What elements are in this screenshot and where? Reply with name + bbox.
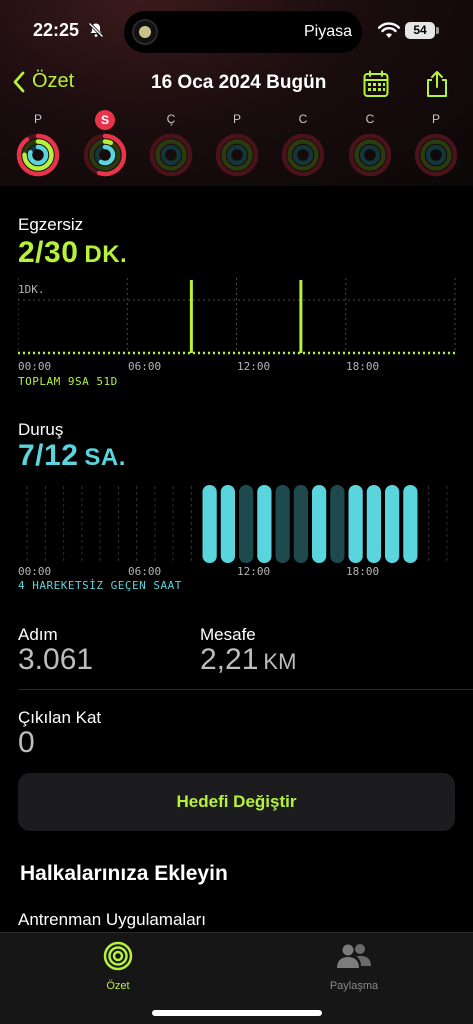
exercise-value-number: 2/30 — [18, 236, 79, 269]
day-letter: C — [298, 112, 308, 126]
battery-icon: 54 — [405, 22, 439, 39]
day-5[interactable]: C — [345, 110, 395, 178]
wifi-icon — [378, 22, 400, 38]
exercise-bar — [299, 280, 303, 353]
exercise-chart — [18, 278, 456, 355]
stand-value-number: 7/12 — [18, 439, 79, 472]
day-letter: P — [232, 112, 241, 126]
activity-ring-icon — [16, 133, 60, 177]
day-6[interactable]: P — [411, 110, 461, 178]
activity-rings-icon — [103, 941, 133, 971]
day-letter: Ç — [166, 112, 176, 126]
activity-ring-icon — [348, 133, 392, 177]
nav-bar: Özet 16 Oca 2024 Bugün — [0, 64, 473, 104]
stand-tick-3: 18:00 — [346, 565, 380, 578]
tab-sharing[interactable]: Paylaşma — [299, 941, 409, 992]
activity-ring-icon — [414, 133, 458, 177]
steps-label: Adım — [18, 625, 58, 644]
stand-chart — [26, 485, 448, 563]
people-icon — [337, 944, 371, 968]
steps-value: 3.061 — [18, 643, 94, 676]
exercise-bar — [189, 280, 193, 353]
stand-label: Duruş — [18, 420, 64, 439]
tab-sharing-label: Paylaşma — [329, 980, 379, 992]
bell-off-icon — [88, 22, 104, 38]
page-title: 16 Oca 2024 Bugün — [151, 72, 327, 93]
day-letter: P — [431, 112, 440, 126]
distance-value: 2,21 KM — [200, 643, 296, 677]
stand-bar — [220, 485, 235, 563]
exercise-y-label: 1DK. — [18, 283, 45, 296]
tab-summary-label: Özet — [106, 980, 130, 992]
day-0[interactable]: P — [13, 110, 63, 178]
activity-ring-icon — [281, 133, 325, 177]
stand-bar — [239, 485, 254, 563]
stand-bar — [312, 485, 327, 563]
add-to-rings-heading: Halkalarınıza Ekleyin — [20, 862, 228, 885]
distance-unit: KM — [263, 649, 297, 674]
exercise-label: Egzersiz — [18, 215, 84, 234]
stand-bar — [293, 485, 308, 563]
stand-value: 7/12 SA. — [18, 439, 126, 473]
status-bar: 22:25 Piyasa 54 — [0, 0, 473, 60]
distance-label: Mesafe — [200, 625, 256, 644]
day-1[interactable]: S — [80, 110, 130, 178]
stand-tick-0: 00:00 — [18, 565, 52, 578]
stand-inactive-hours: 4 HAREKETSİZ GEÇEN SAAT — [18, 579, 182, 592]
activity-ring-icon — [215, 133, 259, 177]
exercise-value-unit: DK. — [84, 241, 128, 268]
day-letter: C — [365, 112, 375, 126]
metrics-divider — [18, 689, 473, 690]
exercise-tick-1: 06:00 — [128, 360, 162, 373]
stand-tick-1: 06:00 — [128, 565, 162, 578]
stand-bar — [348, 485, 363, 563]
stand-value-unit: SA. — [84, 444, 126, 471]
tab-summary[interactable]: Özet — [63, 941, 173, 992]
activity-ring-icon — [83, 133, 127, 177]
day-2[interactable]: Ç — [146, 110, 196, 178]
week-day-selector: PSÇPCCP — [0, 110, 473, 180]
workout-apps-label[interactable]: Antrenman Uygulamaları — [18, 910, 206, 930]
stand-bar — [257, 485, 272, 563]
day-3[interactable]: P — [212, 110, 262, 178]
day-letter: P — [33, 112, 42, 126]
calendar-icon[interactable] — [363, 70, 389, 98]
island-text: Piyasa — [303, 23, 352, 40]
home-indicator — [152, 1010, 322, 1016]
back-label: Özet — [32, 70, 75, 92]
activity-ring-icon — [149, 133, 193, 177]
day-4[interactable]: C — [278, 110, 328, 178]
stand-bar — [330, 485, 345, 563]
stand-bar — [403, 485, 418, 563]
exercise-tick-3: 18:00 — [346, 360, 380, 373]
stocks-icon — [132, 19, 158, 45]
stand-bar — [385, 485, 400, 563]
share-icon[interactable] — [424, 70, 450, 98]
chevron-left-icon — [13, 71, 25, 92]
day-letter: S — [95, 110, 115, 130]
change-goal-button[interactable]: Hedefi Değiştir — [18, 773, 455, 831]
stand-tick-2: 12:00 — [237, 565, 271, 578]
dynamic-island[interactable]: Piyasa — [124, 11, 362, 53]
exercise-total: TOPLAM 9SA 51D — [18, 375, 118, 388]
exercise-tick-0: 00:00 — [18, 360, 52, 373]
status-time: 22:25 — [33, 20, 80, 40]
floors-label: Çıkılan Kat — [18, 708, 102, 727]
stand-bar — [275, 485, 290, 563]
stand-bar — [366, 485, 381, 563]
exercise-value: 2/30 DK. — [18, 236, 127, 270]
distance-number: 2,21 — [200, 643, 259, 676]
back-button[interactable]: Özet — [12, 70, 74, 93]
floors-value: 0 — [18, 726, 35, 759]
exercise-tick-2: 12:00 — [237, 360, 271, 373]
stand-bar — [202, 485, 217, 563]
